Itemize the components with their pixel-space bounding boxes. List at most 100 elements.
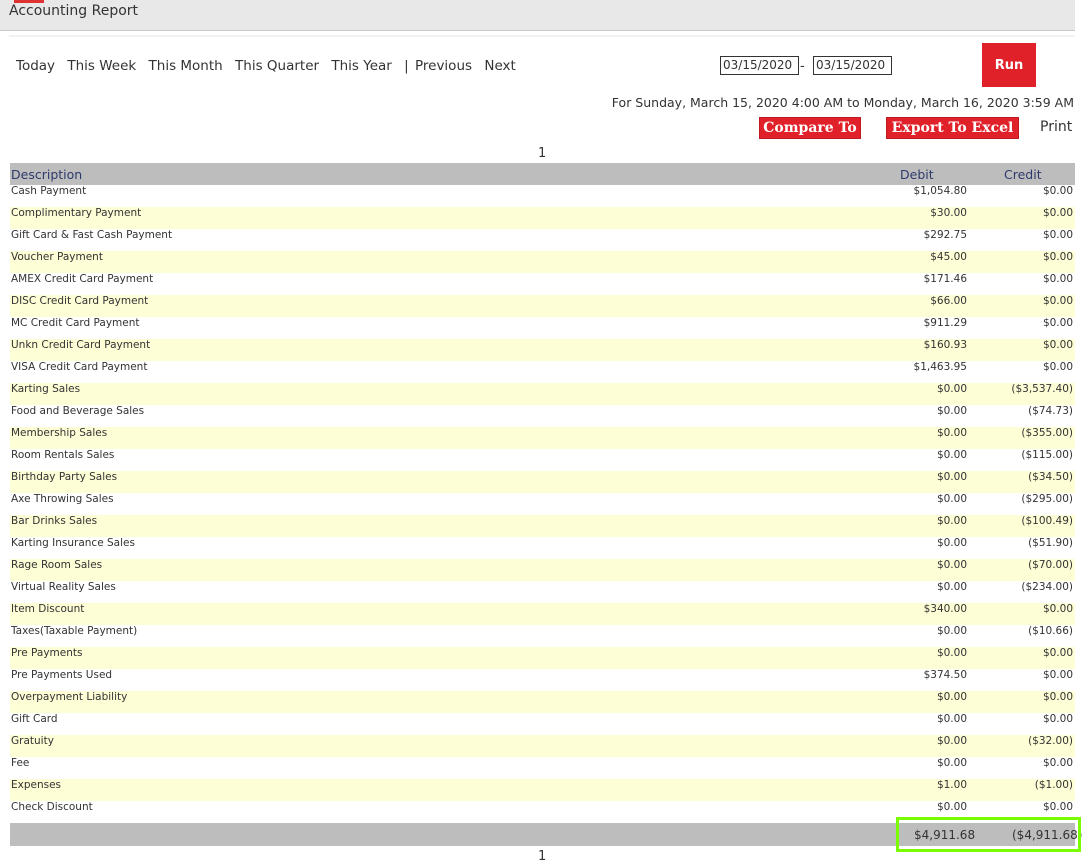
range-this-month-link[interactable]: This Month bbox=[149, 58, 223, 74]
table-row: Taxes(Taxable Payment) $0.00 ($10.66) bbox=[10, 625, 1075, 647]
row-debit: $160.93 bbox=[923, 339, 967, 351]
table-row: Pre Payments $0.00 $0.00 bbox=[10, 647, 1075, 669]
row-debit: $292.75 bbox=[923, 229, 967, 241]
table-row: Gift Card & Fast Cash Payment $292.75 $0.0… bbox=[10, 229, 1075, 251]
row-description: Item Discount bbox=[11, 603, 85, 615]
export-to-excel-button[interactable]: Export To Excel bbox=[886, 117, 1019, 139]
table-row: Unkn Credit Card Payment $160.93 $0.00 bbox=[10, 339, 1075, 361]
row-debit: $45.00 bbox=[930, 251, 967, 263]
table-row: Food and Beverage Sales $0.00 ($74.73) bbox=[10, 405, 1075, 427]
row-debit: $30.00 bbox=[930, 207, 967, 219]
table-row: Bar Drinks Sales $0.00 ($100.49) bbox=[10, 515, 1075, 537]
run-button[interactable]: Run bbox=[982, 43, 1036, 87]
row-debit: $0.00 bbox=[936, 405, 967, 417]
row-description: DISC Credit Card Payment bbox=[11, 295, 149, 307]
total-debit: $4,911.68 bbox=[914, 828, 976, 842]
table-row: Gratuity $0.00 ($32.00) bbox=[10, 735, 1075, 757]
row-credit: $0.00 bbox=[1042, 185, 1073, 197]
row-credit: ($70.00) bbox=[1028, 559, 1073, 571]
row-credit: $0.00 bbox=[1042, 757, 1073, 769]
print-link[interactable]: Print bbox=[1040, 119, 1072, 135]
end-date-input[interactable]: 03/15/2020 bbox=[813, 56, 892, 75]
row-debit: $0.00 bbox=[936, 625, 967, 637]
next-link[interactable]: Next bbox=[484, 58, 515, 74]
row-debit: $374.50 bbox=[923, 669, 967, 681]
row-description: Room Rentals Sales bbox=[11, 449, 115, 461]
row-description: Pre Payments bbox=[11, 647, 83, 659]
row-credit: ($355.00) bbox=[1021, 427, 1073, 439]
row-description: Check Discount bbox=[11, 801, 93, 813]
start-date-input[interactable]: 03/15/2020 bbox=[720, 56, 799, 75]
row-credit: ($3,537.40) bbox=[1011, 383, 1073, 395]
row-debit: $0.00 bbox=[936, 471, 967, 483]
table-row: Room Rentals Sales $0.00 ($115.00) bbox=[10, 449, 1075, 471]
row-credit: ($74.73) bbox=[1028, 405, 1073, 417]
col-credit: Credit bbox=[1004, 167, 1042, 182]
row-debit: $0.00 bbox=[936, 449, 967, 461]
table-row: Voucher Payment $45.00 $0.00 bbox=[10, 251, 1075, 273]
quick-range-nav: Today This Week This Month This Quarter … bbox=[16, 58, 524, 74]
page-number-bottom[interactable]: 1 bbox=[538, 849, 546, 864]
row-debit: $0.00 bbox=[936, 735, 967, 747]
table-row: Fee $0.00 $0.00 bbox=[10, 757, 1075, 779]
row-description: Pre Payments Used bbox=[11, 669, 113, 681]
row-debit: $340.00 bbox=[923, 603, 967, 615]
table-row: MC Credit Card Payment $911.29 $0.00 bbox=[10, 317, 1075, 339]
row-debit: $0.00 bbox=[936, 493, 967, 505]
row-credit: ($32.00) bbox=[1028, 735, 1073, 747]
row-credit: $0.00 bbox=[1042, 229, 1073, 241]
row-debit: $0.00 bbox=[936, 537, 967, 549]
row-description: Birthday Party Sales bbox=[11, 471, 118, 483]
row-description: Virtual Reality Sales bbox=[11, 581, 116, 593]
table-row: Karting Sales $0.00 ($3,537.40) bbox=[10, 383, 1075, 405]
row-description: VISA Credit Card Payment bbox=[11, 361, 148, 373]
row-debit: $1,054.80 bbox=[913, 185, 967, 197]
row-description: Complimentary Payment bbox=[11, 207, 142, 219]
row-credit: $0.00 bbox=[1042, 295, 1073, 307]
table-row: Expenses $1.00 ($1.00) bbox=[10, 779, 1075, 801]
page-title: Accounting Report bbox=[9, 3, 139, 19]
row-description: Gift Card & Fast Cash Payment bbox=[11, 229, 173, 241]
table-row: Pre Payments Used $374.50 $0.00 bbox=[10, 669, 1075, 691]
row-credit: $0.00 bbox=[1042, 801, 1073, 813]
title-bar: Accounting Report bbox=[0, 0, 1075, 31]
row-debit: $0.00 bbox=[936, 383, 967, 395]
row-credit: ($34.50) bbox=[1028, 471, 1073, 483]
previous-link[interactable]: Previous bbox=[415, 58, 472, 74]
table-row: Item Discount $340.00 $0.00 bbox=[10, 603, 1075, 625]
table-row: Virtual Reality Sales $0.00 ($234.00) bbox=[10, 581, 1075, 603]
row-description: Overpayment Liability bbox=[11, 691, 128, 703]
range-this-year-link[interactable]: This Year bbox=[331, 58, 391, 74]
row-description: Voucher Payment bbox=[11, 251, 103, 263]
range-this-week-link[interactable]: This Week bbox=[67, 58, 136, 74]
nav-separator: | bbox=[404, 58, 409, 74]
report-table-body: Cash Payment $1,054.80 $0.00 Complimentary … bbox=[10, 185, 1075, 823]
row-credit: $0.00 bbox=[1042, 713, 1073, 725]
table-row: Complimentary Payment $30.00 $0.00 bbox=[10, 207, 1075, 229]
page-number-top[interactable]: 1 bbox=[538, 146, 546, 161]
divider bbox=[9, 35, 1075, 37]
row-debit: $0.00 bbox=[936, 757, 967, 769]
row-credit: $0.00 bbox=[1042, 317, 1073, 329]
row-description: AMEX Credit Card Payment bbox=[11, 273, 154, 285]
row-debit: $1,463.95 bbox=[913, 361, 967, 373]
row-description: Cash Payment bbox=[11, 185, 87, 197]
row-credit: $0.00 bbox=[1042, 603, 1073, 615]
row-debit: $0.00 bbox=[936, 581, 967, 593]
row-debit: $0.00 bbox=[936, 691, 967, 703]
compare-to-button[interactable]: Compare To bbox=[759, 117, 861, 139]
row-credit: ($1.00) bbox=[1034, 779, 1073, 791]
row-credit: $0.00 bbox=[1042, 691, 1073, 703]
row-debit: $911.29 bbox=[923, 317, 967, 329]
row-debit: $171.46 bbox=[923, 273, 967, 285]
row-credit: $0.00 bbox=[1042, 207, 1073, 219]
row-description: Expenses bbox=[11, 779, 62, 791]
range-today-link[interactable]: Today bbox=[16, 58, 55, 74]
row-debit: $0.00 bbox=[936, 801, 967, 813]
row-credit: ($295.00) bbox=[1021, 493, 1073, 505]
row-debit: $0.00 bbox=[936, 713, 967, 725]
range-this-quarter-link[interactable]: This Quarter bbox=[235, 58, 319, 74]
row-credit: ($115.00) bbox=[1021, 449, 1073, 461]
row-debit: $1.00 bbox=[936, 779, 967, 791]
row-debit: $0.00 bbox=[936, 647, 967, 659]
